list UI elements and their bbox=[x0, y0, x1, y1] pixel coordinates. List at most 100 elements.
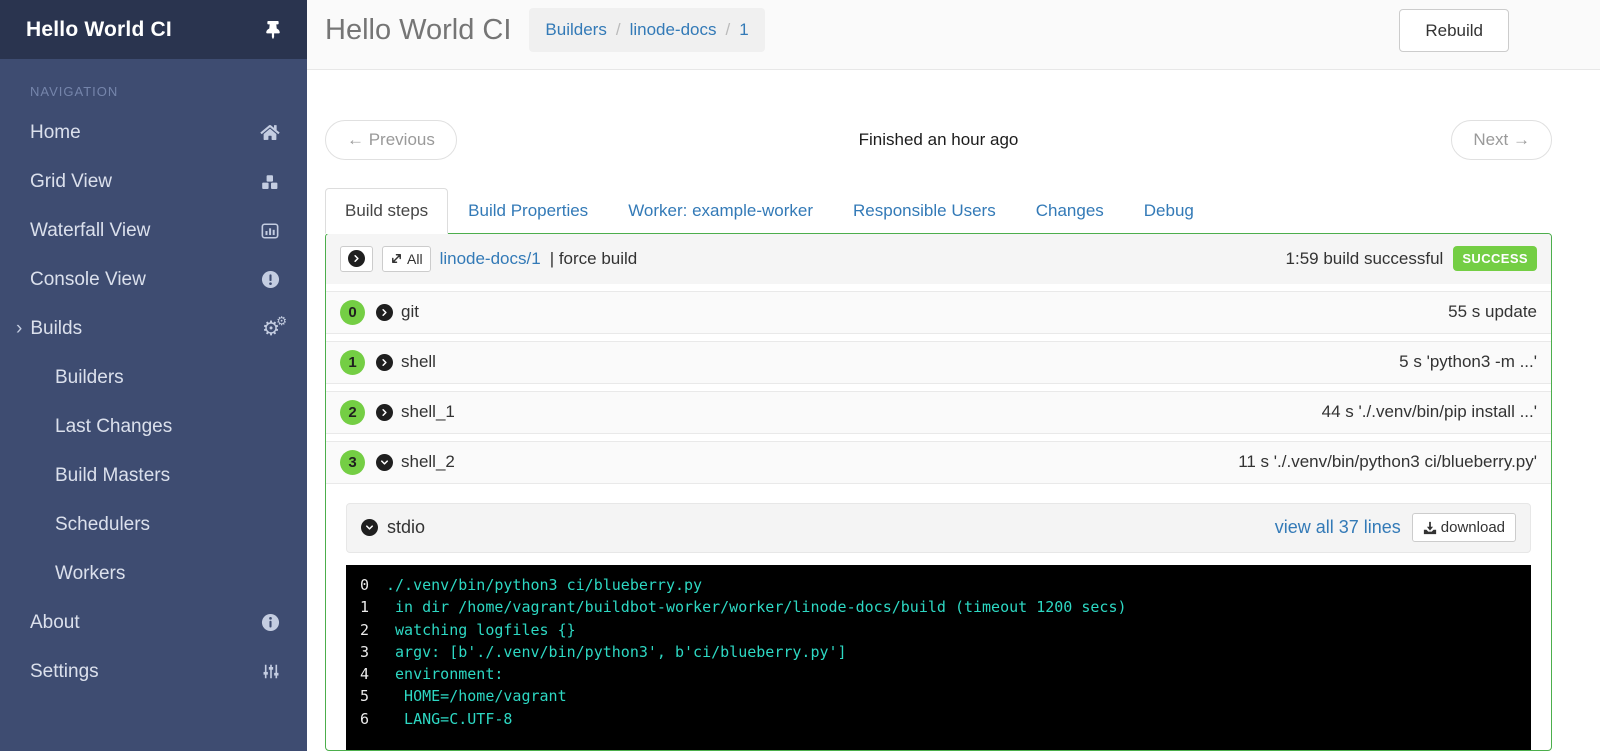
line-number: 2 bbox=[360, 620, 370, 639]
step-row[interactable]: 1 shell 5 s 'python3 -m ...' bbox=[326, 340, 1551, 384]
step-row[interactable]: 2 shell_1 44 s './.venv/bin/pip install … bbox=[326, 390, 1551, 434]
stdio-header: stdio view all 37 lines download bbox=[346, 502, 1531, 553]
stdio-actions: view all 37 lines download bbox=[1275, 513, 1516, 543]
terminal-line: 6 LANG=C.UTF-8 bbox=[360, 708, 1517, 730]
line-number: 5 bbox=[360, 687, 370, 706]
step-name: shell_1 bbox=[401, 402, 455, 422]
step-chevron-icon bbox=[376, 353, 393, 371]
sidebar-item-waterfall-view[interactable]: Waterfall View bbox=[0, 206, 307, 255]
build-nav-toolbar: ← Previous Finished an hour ago Next → bbox=[325, 119, 1552, 160]
line-text: LANG=C.UTF-8 bbox=[386, 709, 513, 728]
build-summary-header: All linode-docs/1 | force build 1:59 bui… bbox=[326, 233, 1551, 284]
build-finished-status: Finished an hour ago bbox=[858, 129, 1019, 149]
tab[interactable]: Build steps bbox=[325, 187, 449, 234]
download-button[interactable]: download bbox=[1411, 513, 1516, 543]
terminal-line: 0 ./.venv/bin/python3 ci/blueberry.py bbox=[360, 574, 1517, 596]
home-icon bbox=[260, 124, 280, 141]
chevron-down-circle-icon[interactable] bbox=[361, 519, 378, 537]
previous-build-button[interactable]: ← Previous bbox=[325, 119, 457, 160]
sidebar-subitem[interactable]: Build Masters bbox=[0, 451, 307, 500]
sidebar-item-console-view[interactable]: Console View bbox=[0, 255, 307, 304]
build-tabs: Build steps Build Properties Worker: exa… bbox=[325, 187, 1552, 234]
sidebar-item-label: Waterfall View bbox=[30, 219, 151, 241]
download-icon bbox=[1423, 521, 1436, 535]
sidebar-item-settings[interactable]: Settings bbox=[0, 647, 307, 696]
rebuild-button[interactable]: Rebuild bbox=[1399, 9, 1509, 52]
page-title: Hello World CI bbox=[325, 14, 512, 46]
tab[interactable]: Build Properties bbox=[448, 188, 608, 234]
line-text: environment: bbox=[386, 665, 504, 684]
content: ← Previous Finished an hour ago Next → B… bbox=[307, 70, 1600, 751]
chevron-right-circle-icon bbox=[348, 250, 365, 268]
download-label: download bbox=[1440, 519, 1505, 537]
tab[interactable]: Responsible Users bbox=[833, 188, 1016, 234]
build-reason: | force build bbox=[549, 248, 638, 268]
step-duration-command: 11 s './.venv/bin/python3 ci/blueberry.p… bbox=[1238, 452, 1537, 472]
line-number: 0 bbox=[360, 575, 370, 594]
step-duration-command: 55 s update bbox=[1448, 302, 1537, 322]
step-chevron-icon bbox=[376, 403, 393, 421]
cogs-icon: ⚙ bbox=[262, 315, 287, 339]
sliders-icon bbox=[262, 662, 280, 681]
line-text: watching logfiles {} bbox=[386, 620, 576, 639]
stdio-title: stdio bbox=[387, 517, 426, 538]
sidebar-subitem[interactable]: Schedulers bbox=[0, 500, 307, 549]
line-number: 3 bbox=[360, 642, 370, 661]
sidebar-item-label: About bbox=[30, 611, 80, 633]
breadcrumb-item[interactable]: linode-docs bbox=[607, 20, 717, 40]
sidebar-subitem-label: Builders bbox=[55, 366, 124, 388]
sidebar-subitem[interactable]: Builders bbox=[0, 353, 307, 402]
step-name: shell bbox=[401, 352, 436, 372]
collapse-toggle-button[interactable] bbox=[340, 245, 373, 272]
build-duration-status: 1:59 build successful bbox=[1285, 248, 1444, 268]
terminal-output[interactable]: 0 ./.venv/bin/python3 ci/blueberry.py 1 in… bbox=[346, 564, 1531, 750]
sidebar-subitem[interactable]: Workers bbox=[0, 549, 307, 598]
sidebar: Hello World CI NAVIGATION Home Grid View… bbox=[0, 0, 307, 751]
step-chevron-icon bbox=[376, 303, 393, 321]
tab[interactable]: Changes bbox=[1016, 188, 1124, 234]
terminal-line: 4 environment: bbox=[360, 663, 1517, 685]
step-duration-command: 5 s 'python3 -m ...' bbox=[1399, 352, 1537, 372]
step-duration-command: 44 s './.venv/bin/pip install ...' bbox=[1321, 402, 1537, 422]
sidebar-subitem-label: Build Masters bbox=[55, 464, 171, 486]
build-result-group: 1:59 build successful SUCCESS bbox=[1285, 246, 1537, 272]
stdio-log-panel: stdio view all 37 lines download 0 ./.ven… bbox=[346, 502, 1531, 750]
sidebar-item-grid-view[interactable]: Grid View bbox=[0, 157, 307, 206]
pin-sidebar-icon[interactable] bbox=[265, 20, 281, 39]
sidebar-item-home[interactable]: Home bbox=[0, 108, 307, 157]
sidebar-builds-submenu: Builders Last Changes Build Masters Sche… bbox=[0, 353, 307, 598]
sidebar-item-label: Home bbox=[30, 121, 81, 143]
breadcrumb-item[interactable]: 1 bbox=[717, 20, 748, 40]
expand-all-label: All bbox=[407, 250, 423, 267]
top-navbar: Hello World CI Builders linode-docs 1 Re… bbox=[307, 0, 1600, 70]
expand-arrows-icon bbox=[392, 254, 401, 264]
sidebar-item-builds[interactable]: › Builds ⚙ bbox=[0, 304, 307, 353]
terminal-line: 3 argv: [b'./.venv/bin/python3', b'ci/bl… bbox=[360, 641, 1517, 663]
sidebar-app-title: Hello World CI bbox=[26, 17, 172, 41]
terminal-line: 2 watching logfiles {} bbox=[360, 619, 1517, 641]
tab[interactable]: Worker: example-worker bbox=[608, 188, 833, 234]
step-row[interactable]: 3 shell_2 11 s './.venv/bin/python3 ci/b… bbox=[326, 440, 1551, 484]
builder-build-link[interactable]: linode-docs/1 bbox=[440, 249, 541, 269]
tab[interactable]: Debug bbox=[1124, 188, 1214, 234]
sidebar-subitem-label: Last Changes bbox=[55, 415, 173, 437]
sidebar-item-about[interactable]: About bbox=[0, 598, 307, 647]
sidebar-header: Hello World CI bbox=[0, 0, 307, 59]
sidebar-subitem[interactable]: Last Changes bbox=[0, 402, 307, 451]
line-text: ./.venv/bin/python3 ci/blueberry.py bbox=[386, 575, 703, 594]
sidebar-item-label: Grid View bbox=[30, 170, 113, 192]
view-all-lines-link[interactable]: view all 37 lines bbox=[1275, 517, 1401, 538]
breadcrumb-item[interactable]: Builders bbox=[545, 20, 606, 40]
sidebar-item-label: Settings bbox=[30, 660, 99, 682]
line-text: in dir /home/vagrant/buildbot-worker/wor… bbox=[386, 598, 1127, 617]
step-name: git bbox=[401, 302, 419, 322]
step-number-badge: 1 bbox=[340, 349, 365, 375]
sidebar-section-label: NAVIGATION bbox=[30, 84, 119, 99]
step-row[interactable]: 0 git 55 s update bbox=[326, 290, 1551, 334]
next-build-button[interactable]: Next → bbox=[1451, 119, 1552, 160]
line-number: 1 bbox=[360, 598, 370, 617]
main-area: Hello World CI Builders linode-docs 1 Re… bbox=[307, 0, 1600, 751]
expand-all-button[interactable]: All bbox=[382, 245, 431, 272]
terminal-line: 1 in dir /home/vagrant/buildbot-worker/w… bbox=[360, 596, 1517, 618]
step-number-badge: 2 bbox=[340, 399, 365, 425]
